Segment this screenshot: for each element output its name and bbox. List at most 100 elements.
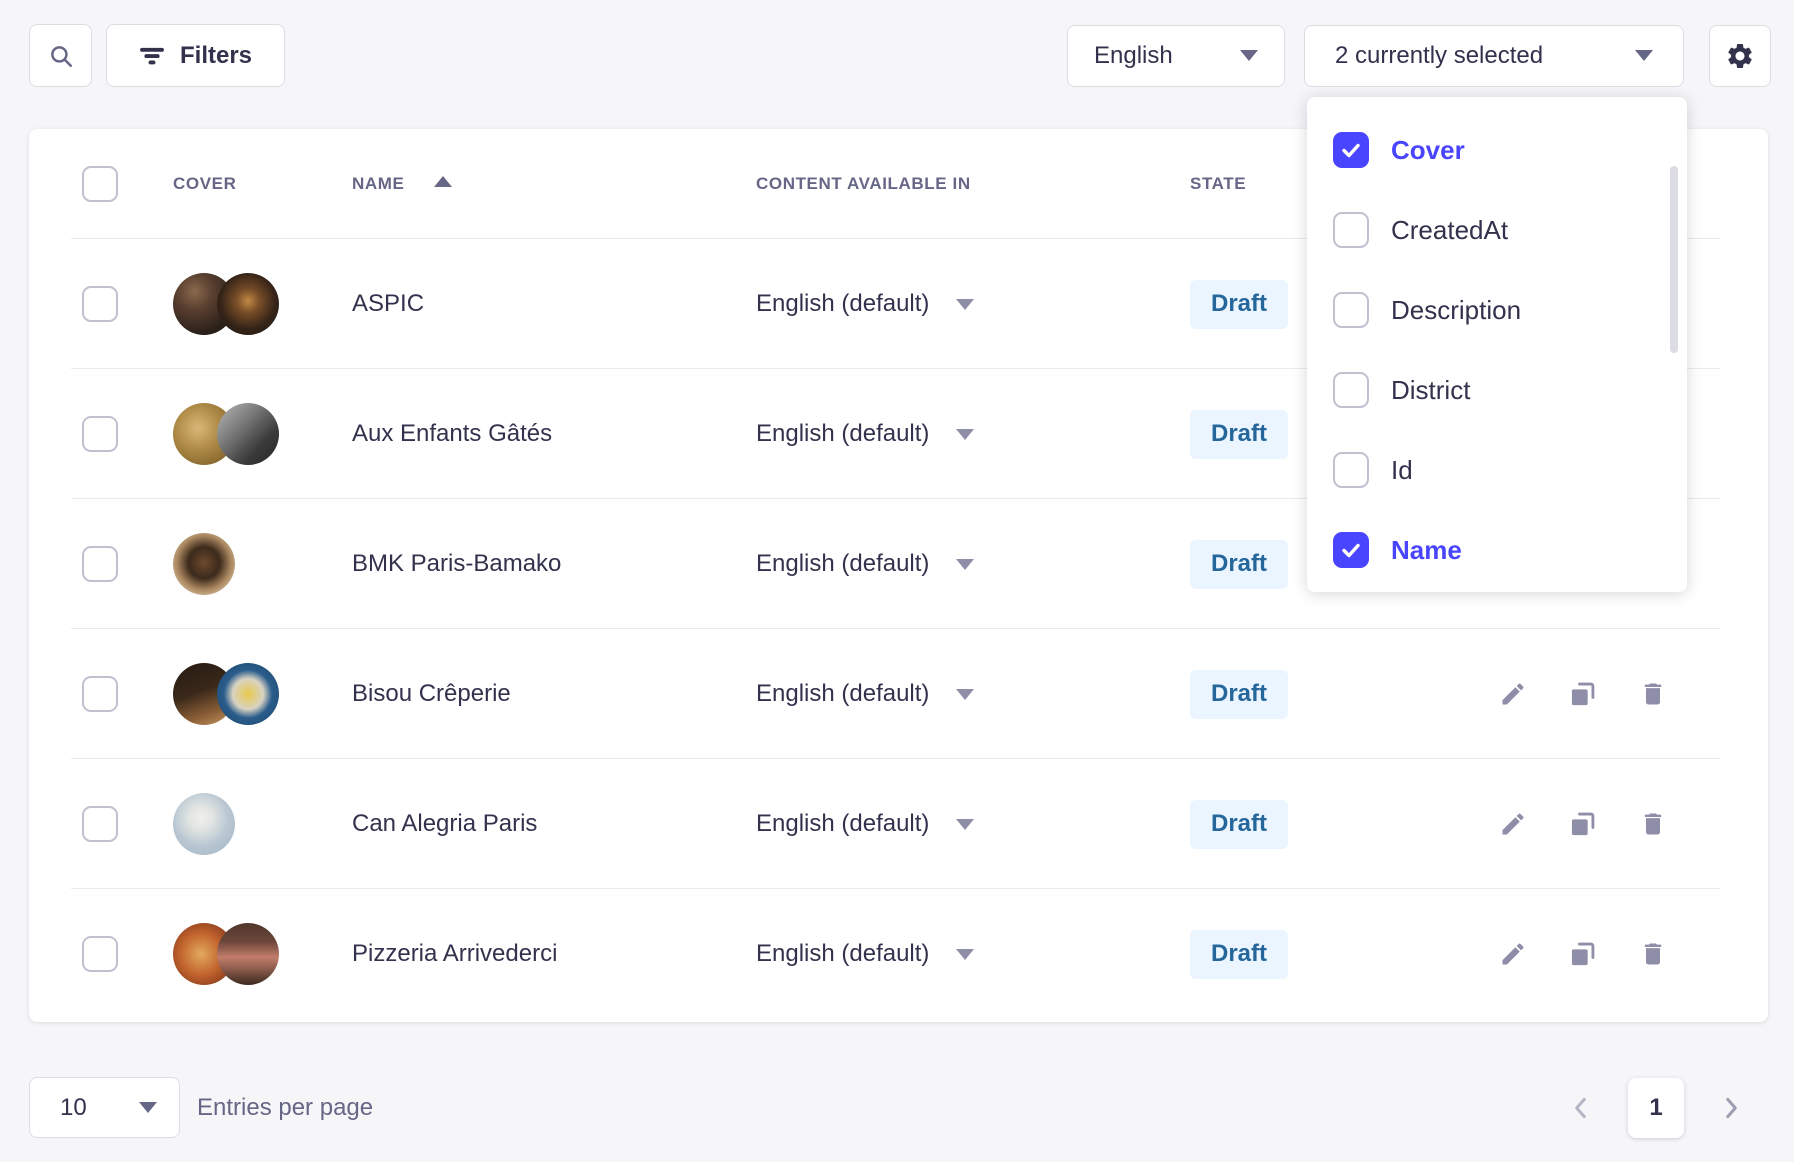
select-all-checkbox[interactable] (82, 166, 118, 202)
locale-label: English (default) (756, 290, 929, 318)
duplicate-icon (1569, 810, 1597, 838)
status-badge: Draft (1190, 280, 1288, 329)
edit-button[interactable] (1499, 680, 1527, 708)
cover-avatar (217, 273, 279, 335)
duplicate-button[interactable] (1569, 810, 1597, 838)
columns-select-value: 2 currently selected (1335, 42, 1543, 70)
row-name: Aux Enfants Gâtés (352, 420, 552, 447)
trash-icon (1639, 810, 1667, 838)
column-option-label: District (1391, 375, 1470, 406)
delete-button[interactable] (1639, 940, 1667, 968)
cover-avatar (217, 923, 279, 985)
row-name: ASPIC (352, 290, 424, 317)
filter-icon (139, 43, 165, 69)
locale-label: English (default) (756, 680, 929, 708)
chevron-down-icon[interactable] (956, 689, 974, 700)
header-cover: COVER (173, 174, 236, 193)
search-icon (48, 43, 74, 69)
row-checkbox[interactable] (82, 806, 118, 842)
chevron-down-icon[interactable] (956, 559, 974, 570)
previous-page-button[interactable] (1568, 1095, 1594, 1121)
next-page-button[interactable] (1718, 1095, 1744, 1121)
checkbox-checked-icon[interactable] (1333, 132, 1369, 168)
locale-label: English (default) (756, 810, 929, 838)
page-size-value: 10 (60, 1094, 87, 1122)
locale-label: English (default) (756, 940, 929, 968)
row-checkbox[interactable] (82, 546, 118, 582)
scrollbar-thumb[interactable] (1670, 166, 1678, 353)
duplicate-button[interactable] (1569, 940, 1597, 968)
cover-avatars (173, 533, 283, 595)
chevron-down-icon[interactable] (956, 819, 974, 830)
duplicate-icon (1569, 940, 1597, 968)
filters-button[interactable]: Filters (106, 24, 285, 87)
trash-icon (1639, 680, 1667, 708)
settings-button[interactable] (1709, 25, 1771, 87)
cover-avatar (173, 793, 235, 855)
trash-icon (1639, 940, 1667, 968)
row-checkbox[interactable] (82, 286, 118, 322)
gear-icon (1725, 41, 1755, 71)
row-name: Pizzeria Arrivederci (352, 940, 557, 967)
cover-avatar (217, 663, 279, 725)
page-size-select[interactable]: 10 (29, 1077, 180, 1138)
header-content-available-in: CONTENT AVAILABLE IN (756, 174, 971, 193)
chevron-down-icon (1635, 50, 1653, 61)
chevron-down-icon (1240, 50, 1258, 61)
status-badge: Draft (1190, 800, 1288, 849)
entries-per-page-label: Entries per page (197, 1094, 373, 1122)
header-name[interactable]: NAME (352, 174, 404, 193)
columns-select[interactable]: 2 currently selected (1304, 25, 1684, 87)
chevron-down-icon[interactable] (956, 299, 974, 310)
column-option-district[interactable]: District (1333, 350, 1687, 430)
duplicate-button[interactable] (1569, 680, 1597, 708)
duplicate-icon (1569, 680, 1597, 708)
table-row[interactable]: Pizzeria Arrivederci English (default) D… (29, 889, 1768, 1019)
chevron-left-icon (1568, 1095, 1594, 1121)
pager: 1 (1568, 1078, 1744, 1138)
row-checkbox[interactable] (82, 416, 118, 452)
header-state: STATE (1190, 174, 1246, 193)
row-checkbox[interactable] (82, 676, 118, 712)
cover-avatars (173, 403, 283, 465)
row-checkbox[interactable] (82, 936, 118, 972)
cover-avatars (173, 793, 283, 855)
locale-select[interactable]: English (1067, 25, 1285, 87)
checkbox[interactable] (1333, 212, 1369, 248)
column-option-createdat[interactable]: CreatedAt (1333, 190, 1687, 270)
edit-button[interactable] (1499, 940, 1527, 968)
columns-dropdown-panel: Cover CreatedAt Description District Id Name (1307, 97, 1687, 592)
chevron-down-icon[interactable] (956, 429, 974, 440)
row-name: Bisou Crêperie (352, 680, 511, 707)
checkbox[interactable] (1333, 372, 1369, 408)
checkbox-checked-icon[interactable] (1333, 532, 1369, 568)
column-option-id[interactable]: Id (1333, 430, 1687, 510)
status-badge: Draft (1190, 670, 1288, 719)
edit-button[interactable] (1499, 810, 1527, 838)
column-option-label: Id (1391, 455, 1413, 486)
delete-button[interactable] (1639, 810, 1667, 838)
checkbox[interactable] (1333, 452, 1369, 488)
cover-avatars (173, 663, 283, 725)
status-badge: Draft (1190, 930, 1288, 979)
status-badge: Draft (1190, 540, 1288, 589)
status-badge: Draft (1190, 410, 1288, 459)
chevron-down-icon[interactable] (956, 949, 974, 960)
table-row[interactable]: Can Alegria Paris English (default) Draf… (29, 759, 1768, 889)
chevron-right-icon (1718, 1095, 1744, 1121)
chevron-down-icon (139, 1102, 157, 1113)
delete-button[interactable] (1639, 680, 1667, 708)
search-button[interactable] (29, 24, 92, 87)
column-option-name[interactable]: Name (1333, 510, 1687, 590)
checkbox[interactable] (1333, 292, 1369, 328)
filters-label: Filters (180, 42, 252, 70)
sort-ascending-icon[interactable] (434, 176, 452, 187)
column-option-description[interactable]: Description (1333, 270, 1687, 350)
locale-label: English (default) (756, 550, 929, 578)
cover-avatars (173, 923, 283, 985)
column-option-label: CreatedAt (1391, 215, 1508, 246)
page-1-button[interactable]: 1 (1628, 1078, 1684, 1138)
pencil-icon (1499, 680, 1527, 708)
column-option-cover[interactable]: Cover (1333, 110, 1687, 190)
table-row[interactable]: Bisou Crêperie English (default) Draft (29, 629, 1768, 759)
